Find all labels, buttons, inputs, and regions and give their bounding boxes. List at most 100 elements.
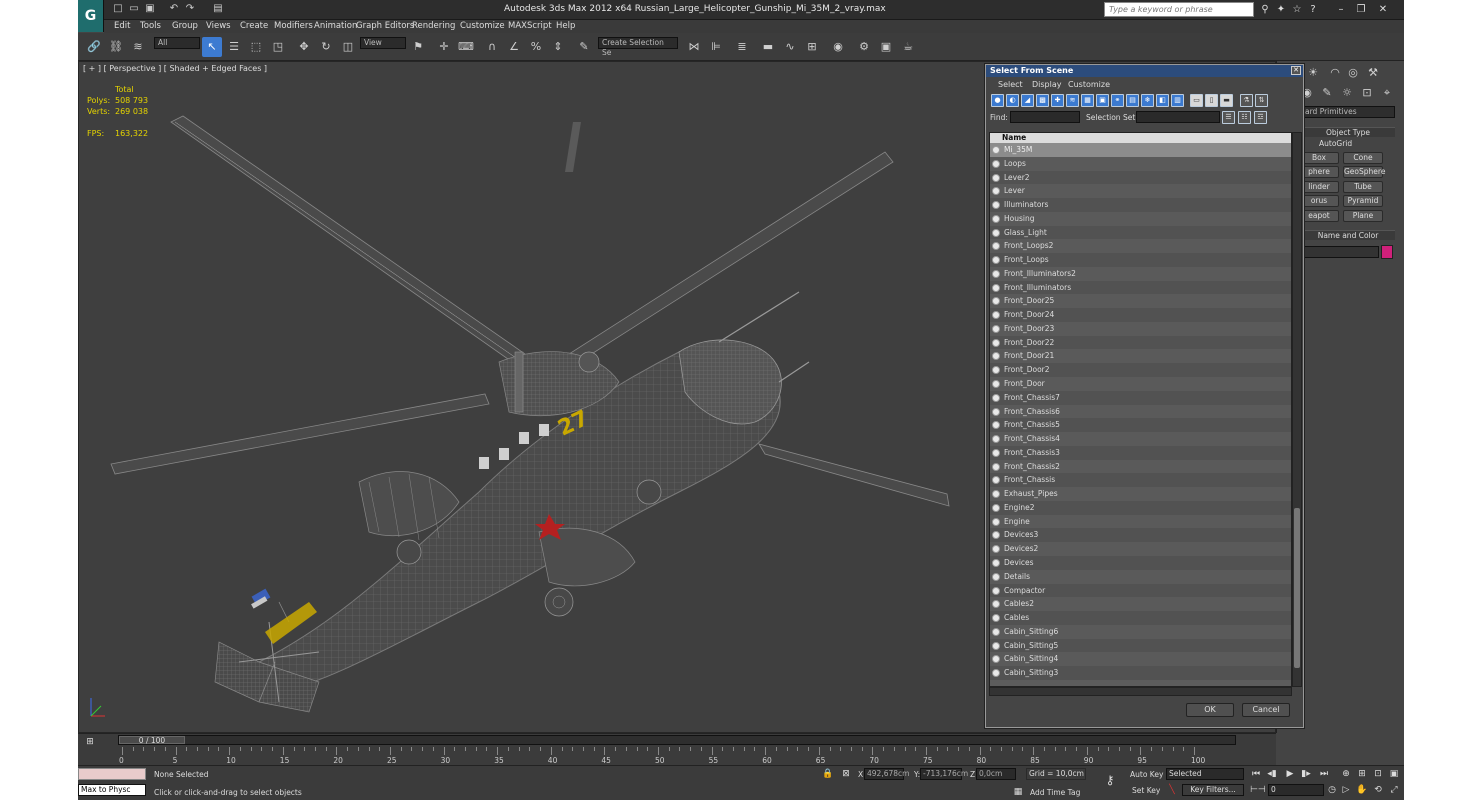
time-slider[interactable]: 0 / 100	[118, 735, 1236, 745]
bind-space-warp-icon[interactable]: ≋	[128, 37, 148, 57]
select-none-icon[interactable]: ☷	[1238, 111, 1251, 124]
set-key-button[interactable]: Set Key	[1132, 786, 1160, 795]
list-item[interactable]: Front_Chassis	[990, 473, 1291, 488]
object-name-input[interactable]	[1301, 246, 1379, 258]
list-item[interactable]: Front_Chassis6	[990, 404, 1291, 419]
list-item[interactable]: Front_Door	[990, 377, 1291, 391]
field-of-view-icon[interactable]: ▷	[1340, 784, 1352, 796]
add-time-tag-button[interactable]: Add Time Tag	[1030, 788, 1080, 797]
filter-icon[interactable]: ⚗	[1240, 94, 1253, 107]
new-file-icon[interactable]: □	[112, 3, 124, 15]
rectangular-selection-icon[interactable]: ⬚	[246, 37, 266, 57]
close-icon[interactable]: ✕	[1376, 3, 1390, 17]
list-item[interactable]: Front_Illuminators	[990, 280, 1291, 295]
project-folder-icon[interactable]: ▤	[212, 3, 224, 15]
sort-icon[interactable]: ⇅	[1255, 94, 1268, 107]
display-bones-icon[interactable]: ⚭	[1111, 94, 1124, 107]
viewport-label-menu[interactable]: [ + ] [ Perspective ] [ Shaded + Edged F…	[83, 64, 267, 73]
lock-selection-icon[interactable]: 🔒	[822, 768, 834, 780]
display-all-icon[interactable]: ▥	[1171, 94, 1184, 107]
x-coordinate-input[interactable]: 492,678cm	[864, 768, 909, 780]
modify-tab-icon[interactable]: ◠	[1325, 63, 1345, 83]
go-to-start-icon[interactable]: ⏮	[1250, 768, 1262, 780]
list-item[interactable]: Cabin_Sitting4	[990, 652, 1291, 667]
list-item[interactable]: Cabin_Sitting3	[990, 666, 1291, 680]
menu-rendering[interactable]: Rendering	[412, 21, 455, 31]
binoculars-icon[interactable]: ⚲	[1258, 3, 1272, 17]
select-by-name-icon[interactable]: ☰	[224, 37, 244, 57]
list-item[interactable]: Cabin_Sitting5	[990, 638, 1291, 653]
list-vertical-scrollbar[interactable]	[1292, 132, 1302, 687]
save-file-icon[interactable]: ▣	[144, 3, 156, 15]
cameras-icon[interactable]: ⊡	[1357, 83, 1377, 103]
display-hidden-icon[interactable]: ◧	[1156, 94, 1169, 107]
schematic-view-icon[interactable]: ⊞	[802, 37, 822, 57]
list-item[interactable]: Front_Door25	[990, 294, 1291, 309]
list-item[interactable]: Front_Chassis7	[990, 390, 1291, 405]
list-item[interactable]: Devices3	[990, 528, 1291, 543]
display-invert-icon[interactable]: ▯	[1205, 94, 1218, 107]
select-and-link-icon[interactable]: 🔗	[84, 37, 104, 57]
keyboard-shortcut-override-icon[interactable]: ⌨	[456, 37, 476, 57]
z-coordinate-input[interactable]: 0,0cm	[976, 768, 1016, 780]
key-mode-dropdown[interactable]: Selected	[1166, 768, 1244, 780]
list-item[interactable]: Front_Illuminators2	[990, 266, 1291, 281]
list-horizontal-scrollbar[interactable]	[989, 687, 1292, 696]
list-item[interactable]: Devices	[990, 555, 1291, 570]
cancel-button[interactable]: Cancel	[1242, 703, 1290, 717]
menu-tools[interactable]: Tools	[140, 21, 161, 31]
subscription-icon[interactable]: ✦	[1274, 3, 1288, 17]
help-icon[interactable]: ?	[1306, 3, 1320, 17]
open-file-icon[interactable]: ▭	[128, 3, 140, 15]
selection-filter-dropdown[interactable]: All	[154, 37, 200, 49]
mini-curve-editor-icon[interactable]: ⊞	[84, 736, 96, 748]
add-time-tag-icon[interactable]: ▦	[1012, 786, 1024, 798]
display-space-warps-icon[interactable]: ≋	[1066, 94, 1079, 107]
list-item[interactable]: Lever2	[990, 170, 1291, 185]
list-item[interactable]: Cables	[990, 611, 1291, 625]
list-item[interactable]: Compactor	[990, 583, 1291, 598]
list-item[interactable]: Front_Chassis2	[990, 459, 1291, 474]
display-groups-icon[interactable]: ▦	[1081, 94, 1094, 107]
select-and-scale-icon[interactable]: ◫	[338, 37, 358, 57]
shapes-icon[interactable]: ✎	[1317, 83, 1337, 103]
motion-tab-icon[interactable]: ◎	[1343, 63, 1363, 83]
autogrid-checkbox[interactable]: AutoGrid	[1319, 139, 1352, 148]
dialog-menu-display[interactable]: Display	[1032, 80, 1062, 89]
list-item[interactable]: Engine	[990, 514, 1291, 529]
menu-maxscript[interactable]: MAXScript	[508, 21, 552, 31]
minimize-icon[interactable]: –	[1334, 3, 1348, 17]
track-bar[interactable]: 0 5 10 15 20 25 30 35 40 45 50 55 60 65 70 75 80 85 90 95 10…	[116, 747, 1236, 765]
list-item[interactable]: Cabin_Sitting6	[990, 624, 1291, 639]
list-item[interactable]: Front_Loops2	[990, 239, 1291, 254]
tube-button[interactable]: Tube	[1343, 181, 1383, 193]
time-slider-thumb[interactable]: 0 / 100	[119, 736, 185, 744]
list-item[interactable]: Glass_Light	[990, 225, 1291, 240]
orbit-icon[interactable]: ⟲	[1372, 784, 1384, 796]
list-item[interactable]: Front_Chassis4	[990, 432, 1291, 446]
select-and-rotate-icon[interactable]: ↻	[316, 37, 336, 57]
list-item[interactable]: Illuminators	[990, 198, 1291, 212]
geosphere-button[interactable]: GeoSphere	[1343, 166, 1385, 178]
set-key-key-icon[interactable]: ⚷	[1104, 774, 1116, 786]
pan-view-icon[interactable]: ✋	[1356, 784, 1368, 796]
list-item[interactable]: Front_Chassis3	[990, 445, 1291, 460]
render-production-icon[interactable]: ☕	[898, 37, 918, 57]
maxscript-listener-mini[interactable]	[78, 768, 146, 780]
ok-button[interactable]: OK	[1186, 703, 1234, 717]
zoom-extents-all-icon[interactable]: ▣	[1388, 768, 1400, 780]
select-children-icon[interactable]: ▬	[1220, 94, 1233, 107]
menu-graph-editors[interactable]: Graph Editors	[356, 21, 414, 31]
zoom-extents-icon[interactable]: ⊡	[1372, 768, 1384, 780]
unlink-icon[interactable]: ⛓	[106, 37, 126, 57]
help-search-input[interactable]: Type a keyword or phrase	[1104, 2, 1254, 17]
reference-coordinate-dropdown[interactable]: View	[360, 37, 406, 49]
list-item[interactable]: Front_Loops	[990, 253, 1291, 267]
spinner-snap-icon[interactable]: ⇕	[548, 37, 568, 57]
name-and-color-header[interactable]: Name and Color	[1301, 230, 1395, 240]
selection-set-dropdown[interactable]	[1136, 111, 1220, 123]
list-item[interactable]: Front_Door24	[990, 308, 1291, 322]
next-frame-icon[interactable]: ▮▸	[1300, 768, 1312, 780]
primitive-category-dropdown[interactable]: ard Primitives	[1301, 106, 1395, 118]
list-item[interactable]: Exhaust_Pipes	[990, 487, 1291, 501]
